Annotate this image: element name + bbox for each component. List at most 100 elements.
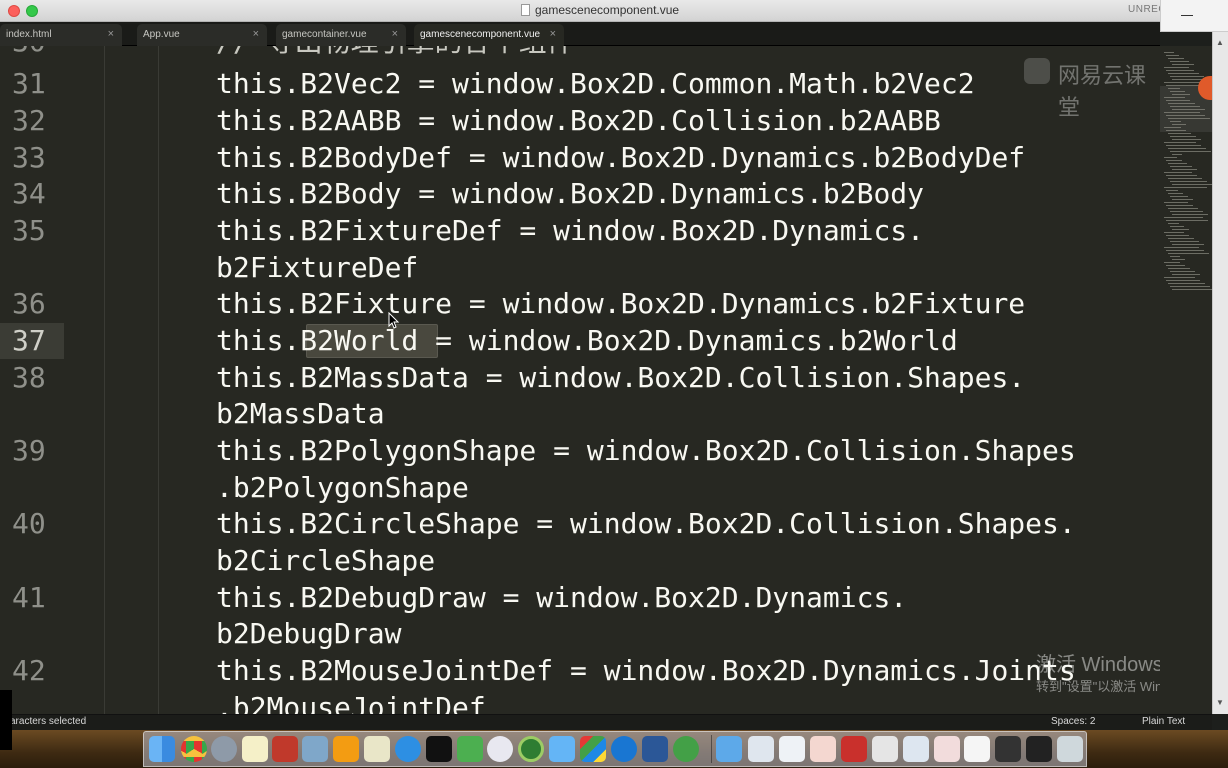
c-app-icon[interactable] — [457, 736, 483, 762]
minimap-line — [1164, 277, 1195, 278]
minimap-line — [1170, 196, 1188, 197]
minimize-icon[interactable] — [1181, 15, 1193, 16]
document-icon[interactable] — [748, 736, 774, 762]
minimap-line — [1168, 208, 1198, 209]
finder-icon[interactable] — [149, 736, 175, 762]
minimap-line — [1170, 136, 1196, 137]
minimap-line — [1166, 205, 1193, 206]
current-line-number: 37 — [0, 323, 64, 359]
minimap-line — [1164, 202, 1188, 203]
line-number-gutter: 30 31 32 33 34 35 36 37 38 39 40 41 42 — [0, 46, 64, 714]
document-icon[interactable] — [841, 736, 867, 762]
minimap-line — [1172, 259, 1185, 260]
scroll-up-icon[interactable]: ▲ — [1216, 38, 1224, 47]
tab-gamescenecomponent-vue[interactable]: gamescenecomponent.vue × — [414, 24, 564, 46]
minimap[interactable] — [1160, 46, 1215, 714]
notes-icon[interactable] — [242, 736, 268, 762]
code-line: this.B2Fixture = window.Box2D.Dynamics.b… — [216, 287, 1026, 320]
line-number: 36 — [12, 287, 46, 320]
mouse-cursor-icon — [388, 312, 400, 329]
safari-icon[interactable] — [395, 736, 421, 762]
screenshot-icon[interactable] — [995, 736, 1021, 762]
tab-gamecontainer-vue[interactable]: gamecontainer.vue × — [276, 24, 406, 46]
mail-icon[interactable] — [549, 736, 575, 762]
minimap-line — [1170, 226, 1184, 227]
itunes-icon[interactable] — [487, 736, 513, 762]
tab-index-html[interactable]: index.html × — [0, 24, 122, 46]
tab-close-icon[interactable]: × — [108, 28, 114, 40]
minimap-line — [1170, 211, 1203, 212]
minimap-line — [1166, 55, 1179, 56]
minimap-line — [1168, 58, 1184, 59]
terminal-icon[interactable] — [426, 736, 452, 762]
indentation-setting[interactable]: Spaces: 2 — [1051, 716, 1095, 727]
minimap-line — [1168, 73, 1199, 74]
minimap-line — [1164, 127, 1181, 128]
minimap-line — [1172, 244, 1204, 245]
minimap-line — [1168, 148, 1206, 149]
chrome-icon[interactable] — [181, 736, 207, 762]
document-icon[interactable] — [903, 736, 929, 762]
minimap-line — [1168, 118, 1210, 119]
minimap-line — [1164, 52, 1174, 53]
sublime-text-icon[interactable] — [333, 736, 359, 762]
recording-overlay-panel[interactable] — [1160, 0, 1228, 32]
vertical-scrollbar[interactable]: ▲ ▼ — [1212, 32, 1228, 714]
document-icon[interactable] — [934, 736, 960, 762]
code-line-current: this.B2World = window.Box2D.Dynamics.b2W… — [216, 324, 958, 357]
minimap-line — [1168, 133, 1191, 134]
scroll-down-icon[interactable]: ▼ — [1216, 698, 1224, 707]
minimap-line — [1164, 172, 1192, 173]
document-icon[interactable] — [964, 736, 990, 762]
minimap-line — [1172, 139, 1201, 140]
minimap-line — [1172, 289, 1215, 290]
line-number: 35 — [12, 214, 46, 247]
minimap-line — [1164, 97, 1185, 98]
minimap-line — [1166, 220, 1208, 221]
close-window-button[interactable] — [8, 5, 20, 17]
line-number: 39 — [12, 434, 46, 467]
syntax-selector[interactable]: Plain Text — [1142, 716, 1185, 727]
word-icon[interactable] — [642, 736, 668, 762]
minimap-line — [1168, 283, 1205, 284]
line-number: 41 — [12, 581, 46, 614]
launchpad-icon[interactable] — [211, 736, 237, 762]
color-app-icon[interactable] — [580, 736, 606, 762]
minimap-line — [1168, 178, 1202, 179]
tab-close-icon[interactable]: × — [550, 28, 556, 40]
tab-app-vue[interactable]: App.vue × — [137, 24, 267, 46]
preview-icon[interactable] — [302, 736, 328, 762]
ie-icon[interactable] — [611, 736, 637, 762]
wechat-icon[interactable] — [673, 736, 699, 762]
code-line: this.B2MassData = window.Box2D.Collision… — [216, 361, 1026, 394]
screenshot-icon[interactable] — [1026, 736, 1052, 762]
watermark-brand: 网易云课堂 — [1058, 64, 1147, 121]
minimap-line — [1164, 67, 1189, 68]
reading-icon[interactable] — [364, 736, 390, 762]
code-comment-line: // 导出物理引擎的各个组件 — [216, 46, 575, 60]
minimap-line — [1164, 112, 1200, 113]
tab-close-icon[interactable]: × — [253, 28, 259, 40]
minimap-line — [1164, 187, 1207, 188]
zoom-window-button[interactable] — [26, 5, 38, 17]
trash-icon[interactable] — [1057, 736, 1083, 762]
window-titlebar[interactable]: gamescenecomponent.vue UNREG — [0, 0, 1228, 22]
folder-icon[interactable] — [716, 736, 742, 762]
document-icon[interactable] — [810, 736, 836, 762]
minimap-line — [1168, 238, 1194, 239]
code-editor[interactable]: 30 31 32 33 34 35 36 37 38 39 40 41 42 /… — [0, 46, 1160, 714]
document-icon[interactable] — [779, 736, 805, 762]
minimap-line — [1168, 223, 1179, 224]
circle-app-icon[interactable] — [518, 736, 544, 762]
minimap-line — [1166, 70, 1194, 71]
tab-close-icon[interactable]: × — [392, 28, 398, 40]
tab-label: gamescenecomponent.vue — [420, 29, 541, 40]
photo-booth-icon[interactable] — [272, 736, 298, 762]
minimap-line — [1172, 184, 1212, 185]
document-icon[interactable] — [872, 736, 898, 762]
minimap-line — [1172, 154, 1182, 155]
indent-guide — [104, 46, 105, 714]
minimap-line — [1172, 109, 1205, 110]
code-line: this.B2BodyDef = window.Box2D.Dynamics.b… — [216, 141, 1026, 174]
minimap-line — [1170, 151, 1211, 152]
